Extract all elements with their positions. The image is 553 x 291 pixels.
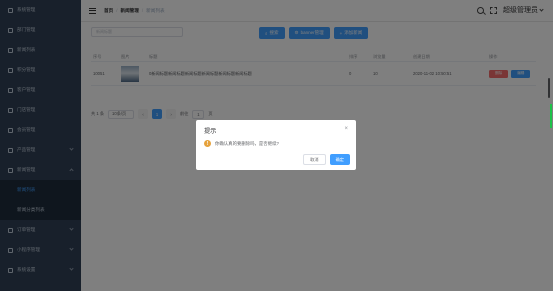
- warning-icon: !: [204, 140, 211, 147]
- dialog-title: 提示: [204, 128, 217, 135]
- dialog-body: ! 你确认真的要删除吗，是否继续?: [204, 140, 279, 147]
- side-indicator: [550, 104, 552, 128]
- cancel-button[interactable]: 取消: [303, 154, 326, 165]
- confirm-dialog: 提示 × ! 你确认真的要删除吗，是否继续? 取消 确定: [196, 120, 356, 170]
- close-icon[interactable]: ×: [344, 126, 348, 132]
- confirm-button[interactable]: 确定: [329, 154, 350, 165]
- dialog-footer: 取消 确定: [303, 154, 350, 165]
- dialog-message: 你确认真的要删除吗，是否继续?: [215, 140, 279, 146]
- scrollbar[interactable]: [548, 78, 550, 98]
